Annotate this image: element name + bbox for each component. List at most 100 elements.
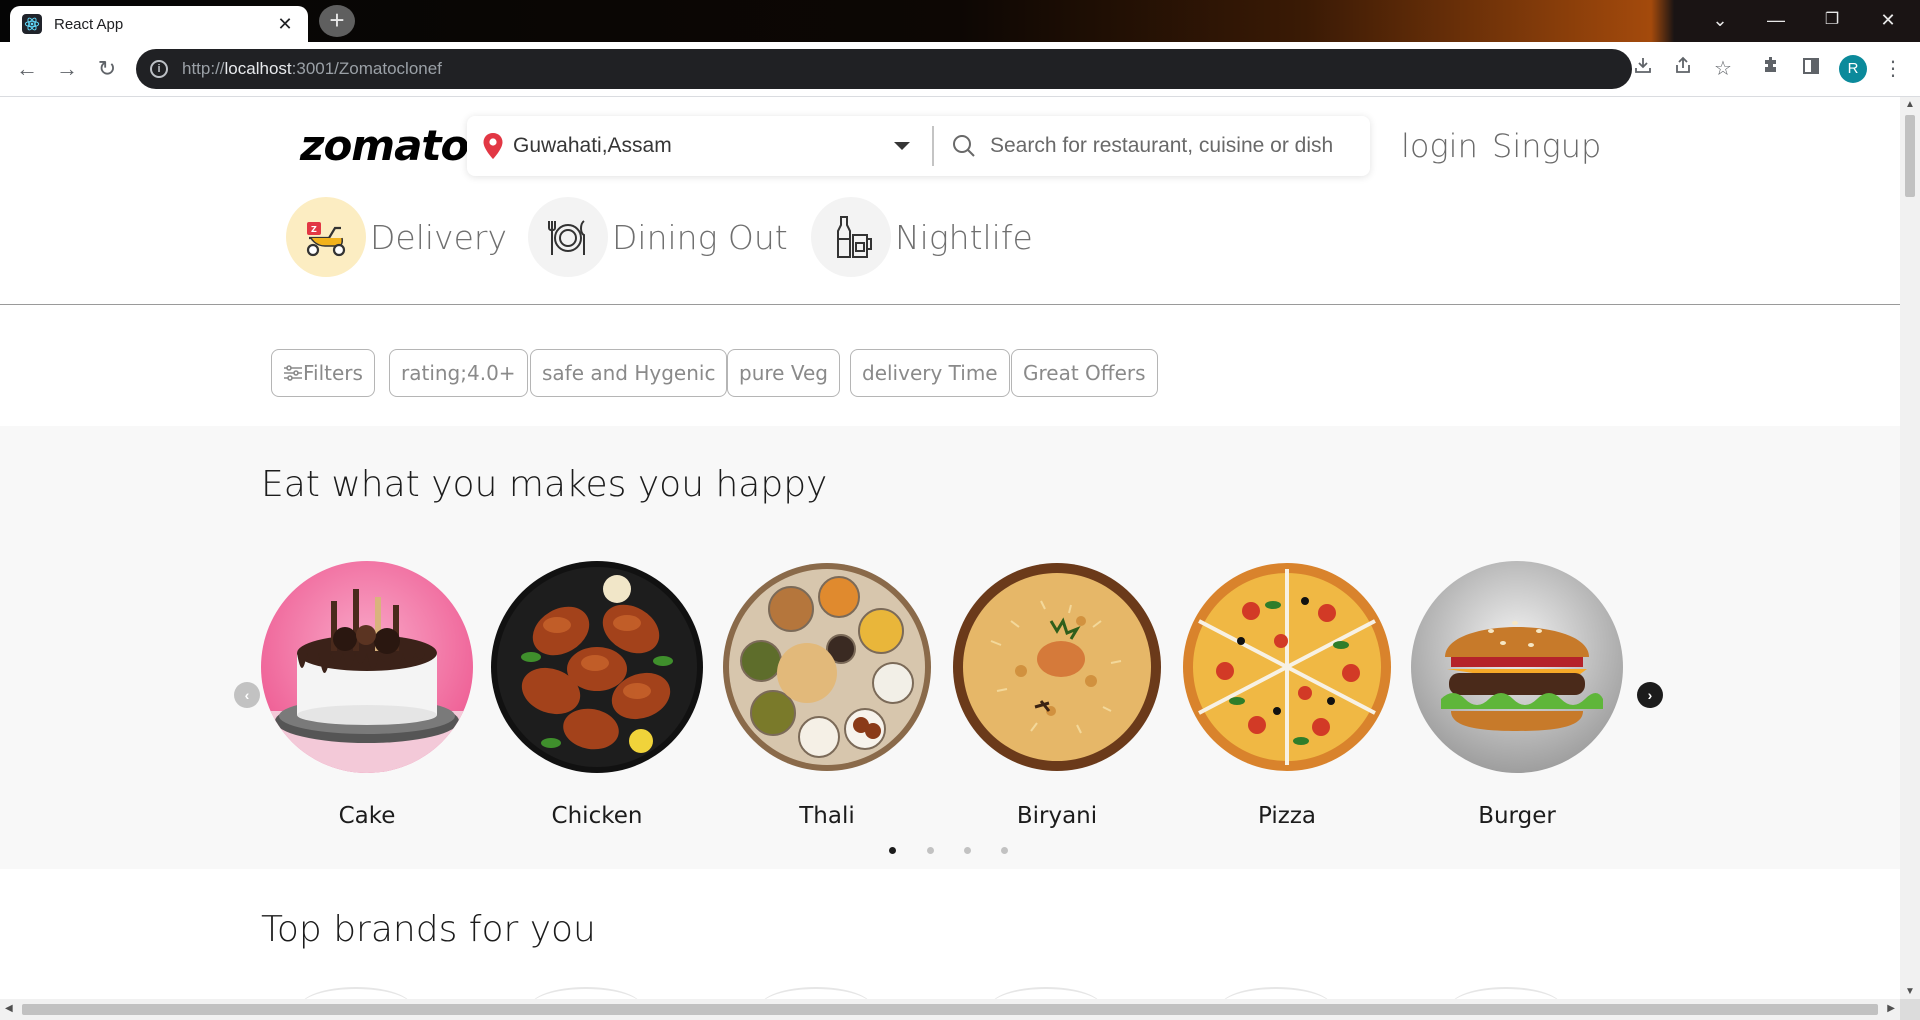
category-nightlife[interactable]: Nightlife	[811, 197, 1033, 277]
brands-section-title: Top brands for you	[261, 909, 596, 950]
happy-section-title: Eat what you makes you happy	[261, 464, 828, 505]
carousel-prev-icon[interactable]: ‹	[234, 682, 260, 708]
chip-label: safe and Hygenic	[542, 361, 716, 385]
location-text: Guwahati,Assam	[513, 134, 672, 157]
browser-tab[interactable]: React App ✕	[10, 6, 308, 42]
food-name: Chicken	[551, 803, 643, 829]
location-pin-icon	[483, 133, 503, 159]
signup-link[interactable]: Singup	[1492, 127, 1601, 165]
category-label: Nightlife	[895, 217, 1033, 257]
bottle-glass-icon	[811, 197, 891, 277]
scooter-icon: Z	[286, 197, 366, 277]
chip-label: Great Offers	[1023, 361, 1146, 385]
dining-plate-icon	[528, 197, 608, 277]
profile-avatar[interactable]: R	[1839, 55, 1867, 83]
carousel-dot-4[interactable]	[1001, 847, 1008, 854]
scrollbar-corner	[1900, 999, 1920, 1020]
sliders-icon	[284, 365, 302, 381]
new-tab-button[interactable]: +	[319, 5, 355, 37]
biryani-image	[951, 561, 1163, 773]
bookmark-star-icon[interactable]: ☆	[1706, 52, 1740, 86]
rating-chip[interactable]: rating;4.0+	[389, 349, 528, 397]
share-icon[interactable]	[1666, 52, 1700, 86]
food-item-pizza[interactable]: Pizza	[1181, 561, 1393, 829]
horizontal-scroll-thumb[interactable]	[22, 1004, 1878, 1015]
brand-logo[interactable]	[760, 987, 872, 999]
login-link[interactable]: login	[1401, 127, 1478, 165]
carousel-dot-3[interactable]	[964, 847, 971, 854]
extensions-puzzle-icon[interactable]	[1754, 52, 1788, 86]
minimize-button[interactable]: —	[1748, 4, 1804, 36]
chip-label: delivery Time	[862, 361, 998, 385]
horizontal-scrollbar[interactable]: ◀ ▶	[0, 999, 1900, 1020]
vertical-scrollbar[interactable]: ▲ ▼	[1900, 97, 1920, 999]
svg-text:Z: Z	[311, 225, 317, 234]
brand-logo[interactable]	[530, 987, 642, 999]
react-favicon-icon	[22, 14, 42, 34]
caret-down-icon[interactable]	[894, 142, 910, 150]
carousel-next-icon[interactable]: ›	[1637, 682, 1663, 708]
category-delivery[interactable]: Z Delivery	[286, 197, 507, 277]
tab-close-icon[interactable]: ✕	[274, 14, 296, 35]
thali-image	[721, 561, 933, 773]
filters-chip[interactable]: Filters	[271, 349, 375, 397]
zomato-logo[interactable]: zomato	[300, 121, 469, 170]
restore-button[interactable]: ❐	[1804, 4, 1860, 36]
food-name: Burger	[1478, 803, 1556, 829]
delivery-time-chip[interactable]: delivery Time	[850, 349, 1010, 397]
location-selector[interactable]: Guwahati,Assam	[467, 116, 932, 176]
zomato-page: zomato Guwahati,Assam login Singup Z Del…	[0, 97, 1900, 999]
tab-search-icon[interactable]: ⌄	[1692, 4, 1748, 36]
burger-image	[1411, 561, 1623, 773]
carousel-dot-2[interactable]	[927, 847, 934, 854]
scroll-right-icon[interactable]: ▶	[1887, 1003, 1895, 1014]
reload-icon[interactable]: ↻	[90, 52, 124, 86]
window-close-button[interactable]: ✕	[1860, 4, 1916, 36]
scroll-down-icon[interactable]: ▼	[1905, 986, 1915, 997]
food-item-biryani[interactable]: Biryani	[951, 561, 1163, 829]
cake-image	[261, 561, 473, 773]
food-item-burger[interactable]: Burger	[1411, 561, 1623, 829]
food-name: Cake	[338, 803, 396, 829]
url-text: http://localhost:3001/Zomatoclonef	[182, 59, 442, 78]
carousel-dot-1[interactable]	[889, 847, 896, 854]
food-name: Pizza	[1258, 803, 1316, 829]
great-offers-chip[interactable]: Great Offers	[1011, 349, 1158, 397]
vertical-scroll-thumb[interactable]	[1905, 115, 1915, 197]
chicken-image	[491, 561, 703, 773]
forward-arrow-icon[interactable]: →	[50, 52, 84, 86]
install-app-icon[interactable]	[1626, 52, 1660, 86]
side-panel-icon[interactable]	[1794, 52, 1828, 86]
pure-veg-chip[interactable]: pure Veg	[727, 349, 840, 397]
header-divider	[0, 304, 1900, 305]
site-info-icon[interactable]: i	[150, 60, 168, 78]
scroll-left-icon[interactable]: ◀	[5, 1003, 13, 1014]
category-label: Dining Out	[612, 217, 788, 257]
address-bar[interactable]: i http://localhost:3001/Zomatoclonef	[136, 49, 1632, 89]
chip-label: Filters	[303, 361, 363, 385]
back-arrow-icon[interactable]: ←	[10, 52, 44, 86]
brand-logo[interactable]	[1220, 987, 1332, 999]
brand-logo[interactable]	[990, 987, 1102, 999]
pizza-image	[1181, 561, 1393, 773]
kebab-menu-icon[interactable]: ⋮	[1876, 52, 1910, 86]
chip-label: rating;4.0+	[401, 361, 516, 385]
tab-title: React App	[54, 15, 124, 33]
brand-logo[interactable]	[300, 987, 412, 999]
food-item-cake[interactable]: Cake	[261, 561, 473, 829]
browser-tab-strip: React App ✕ + ⌄ — ❐ ✕	[0, 0, 1920, 42]
browser-toolbar: ← → ↻ i http://localhost:3001/Zomatoclon…	[0, 42, 1920, 97]
search-area	[934, 116, 1370, 176]
search-icon	[953, 135, 975, 157]
brand-logo[interactable]	[1450, 987, 1562, 999]
food-item-thali[interactable]: Thali	[721, 561, 933, 829]
category-label: Delivery	[370, 217, 507, 257]
chip-label: pure Veg	[739, 361, 828, 385]
scroll-up-icon[interactable]: ▲	[1905, 99, 1915, 110]
category-dining-out[interactable]: Dining Out	[528, 197, 788, 277]
food-item-chicken[interactable]: Chicken	[491, 561, 703, 829]
safe-hygienic-chip[interactable]: safe and Hygenic	[530, 349, 728, 397]
search-input[interactable]	[990, 134, 1370, 158]
location-search-bar: Guwahati,Assam	[467, 116, 1370, 176]
food-name: Biryani	[1016, 803, 1098, 829]
